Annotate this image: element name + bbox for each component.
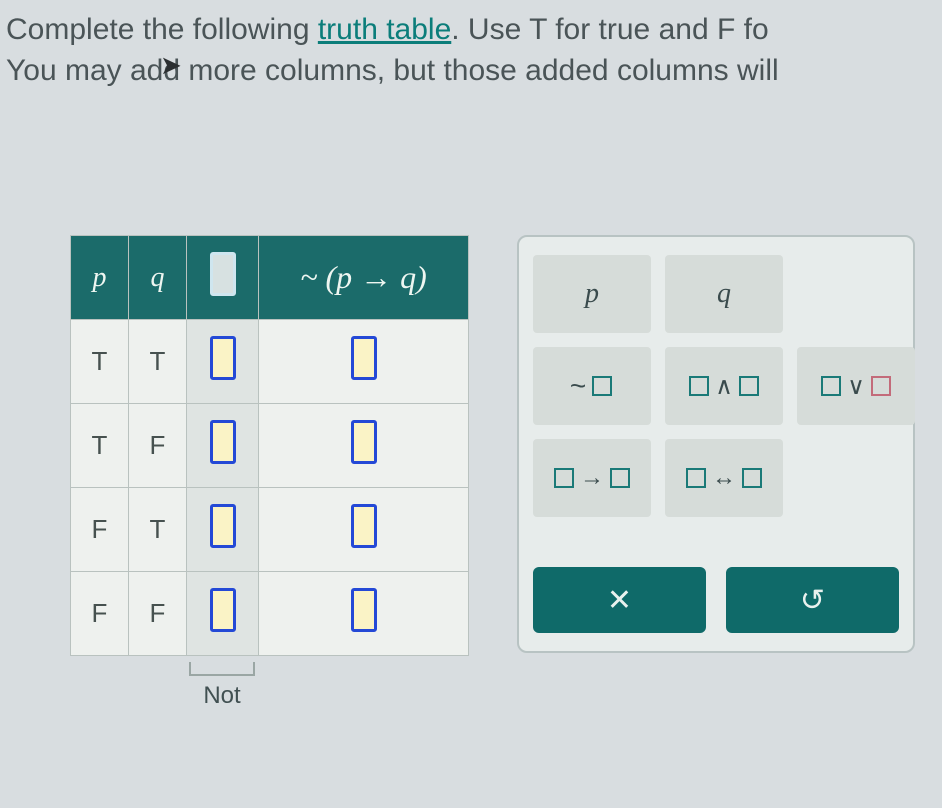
placeholder-box bbox=[686, 468, 706, 488]
placeholder-box bbox=[821, 376, 841, 396]
placeholder-box bbox=[871, 376, 891, 396]
not-bracket bbox=[189, 662, 255, 676]
instruction-text-2: You may add more columns, but those adde… bbox=[6, 54, 779, 87]
cursor-icon: ➤ bbox=[160, 50, 182, 81]
not-symbol: ~ bbox=[570, 370, 586, 402]
cell-add[interactable] bbox=[187, 320, 259, 404]
cell-add[interactable] bbox=[187, 404, 259, 488]
cell-expr[interactable] bbox=[259, 572, 469, 656]
cell-q: F bbox=[129, 572, 187, 656]
header-p: p bbox=[71, 236, 129, 320]
cell-p: F bbox=[71, 488, 129, 572]
table-row: F F bbox=[71, 572, 469, 656]
placeholder-box bbox=[610, 468, 630, 488]
input-slot[interactable] bbox=[351, 504, 377, 548]
table-row: T F bbox=[71, 404, 469, 488]
cell-expr[interactable] bbox=[259, 404, 469, 488]
input-slot[interactable] bbox=[210, 336, 236, 380]
placeholder-box bbox=[742, 468, 762, 488]
cell-q: F bbox=[129, 404, 187, 488]
palette-or-button[interactable]: ∨ bbox=[797, 347, 915, 425]
palette-and-button[interactable]: ∧ bbox=[665, 347, 783, 425]
table-row: F T bbox=[71, 488, 469, 572]
cell-add[interactable] bbox=[187, 488, 259, 572]
truth-table: p q ~ (p → q) T T T F bbox=[70, 235, 469, 656]
clear-button[interactable]: ✕ bbox=[533, 567, 706, 633]
header-expression: ~ (p → q) bbox=[259, 236, 469, 320]
cell-add[interactable] bbox=[187, 572, 259, 656]
cell-q: T bbox=[129, 488, 187, 572]
reset-button[interactable]: ↺ bbox=[726, 567, 899, 633]
cell-expr[interactable] bbox=[259, 488, 469, 572]
cell-p: T bbox=[71, 404, 129, 488]
input-slot[interactable] bbox=[351, 336, 377, 380]
input-slot[interactable] bbox=[351, 588, 377, 632]
placeholder-box bbox=[739, 376, 759, 396]
cell-p: F bbox=[71, 572, 129, 656]
x-icon: ✕ bbox=[607, 583, 632, 618]
palette-biconditional-button[interactable]: ↔ bbox=[665, 439, 783, 517]
operator-palette: p q ~ ∧ ∨ → ↔ ✕ ↺ bbox=[517, 235, 915, 653]
cond-symbol: → bbox=[580, 464, 604, 492]
palette-q-button[interactable]: q bbox=[665, 255, 783, 333]
input-slot[interactable] bbox=[210, 420, 236, 464]
placeholder-box bbox=[592, 376, 612, 396]
input-slot[interactable] bbox=[351, 420, 377, 464]
add-column-slot[interactable] bbox=[210, 252, 236, 296]
input-slot[interactable] bbox=[210, 588, 236, 632]
and-symbol: ∧ bbox=[715, 372, 733, 401]
instruction-text-1a: Complete the following bbox=[6, 13, 318, 46]
input-slot[interactable] bbox=[210, 504, 236, 548]
placeholder-box bbox=[554, 468, 574, 488]
palette-not-button[interactable]: ~ bbox=[533, 347, 651, 425]
placeholder-box bbox=[689, 376, 709, 396]
palette-conditional-button[interactable]: → bbox=[533, 439, 651, 517]
cell-p: T bbox=[71, 320, 129, 404]
header-q: q bbox=[129, 236, 187, 320]
not-label: Not bbox=[186, 682, 258, 710]
reset-icon: ↺ bbox=[800, 583, 825, 618]
truth-table-container: p q ~ (p → q) T T T F bbox=[70, 235, 469, 710]
instructions: Complete the following truth table. Use … bbox=[0, 0, 942, 95]
or-symbol: ∨ bbox=[847, 372, 865, 401]
palette-p-button[interactable]: p bbox=[533, 255, 651, 333]
truth-table-link[interactable]: truth table bbox=[318, 13, 451, 46]
cell-expr[interactable] bbox=[259, 320, 469, 404]
instruction-text-1b: . Use T for true and F fo bbox=[451, 13, 768, 46]
header-add-column[interactable] bbox=[187, 236, 259, 320]
bicond-symbol: ↔ bbox=[712, 464, 736, 492]
table-row: T T bbox=[71, 320, 469, 404]
cell-q: T bbox=[129, 320, 187, 404]
